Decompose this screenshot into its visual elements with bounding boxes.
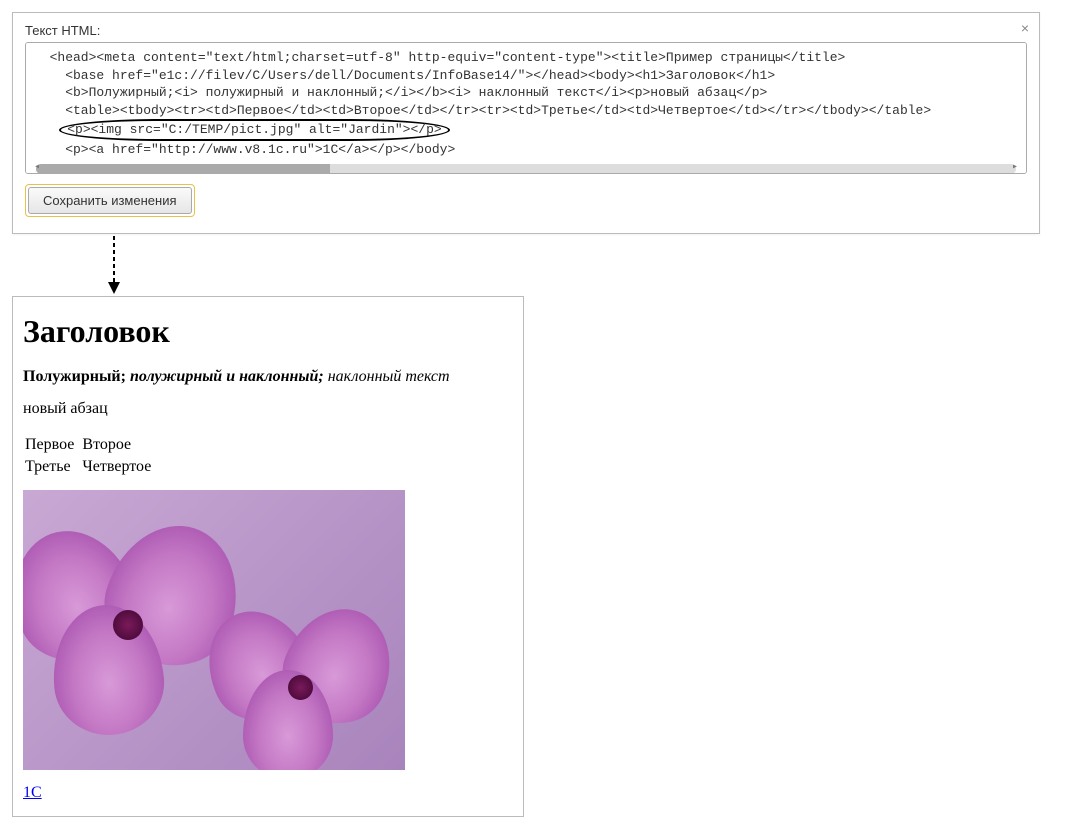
embedded-image [23,490,405,770]
code-line: <table><tbody><tr><td>Первое</td><td>Вто… [34,102,1018,120]
table-cell: Второе [80,434,157,456]
paragraph-text: новый абзац [23,400,513,418]
preview-table: Первое Второе Третье Четвертое [23,434,157,478]
html-code-textarea[interactable]: <head><meta content="text/html;charset=u… [25,42,1027,174]
code-line: <base href="e1c://filev/C/Users/dell/Doc… [34,67,1018,85]
table-row: Первое Второе [23,434,157,456]
save-changes-button[interactable]: Сохранить изменения [28,187,192,214]
bold-italic-text: полужирный и наклонный; [130,368,328,385]
formatted-text-line: Полужирный; полужирный и наклонный; накл… [23,368,513,386]
code-line-highlighted: <p><img src="C:/TEMP/pict.jpg" alt="Jard… [34,119,1018,141]
code-line: <p><a href="http://www.v8.1c.ru">1C</a><… [34,141,1018,159]
editor-label: Текст HTML: [25,23,1027,38]
bold-text: Полужирный; [23,368,130,385]
horizontal-scrollbar[interactable] [36,164,1016,174]
italic-text: наклонный текст [328,368,450,385]
page-heading: Заголовок [23,313,513,350]
flow-arrow-icon [104,236,1054,296]
table-cell: Четвертое [80,456,157,478]
save-button-highlight: Сохранить изменения [25,184,195,217]
code-line: <b>Полужирный;<i> полужирный и наклонный… [34,84,1018,102]
rendered-preview-panel: Заголовок Полужирный; полужирный и накло… [12,296,524,817]
close-icon[interactable]: × [1021,21,1029,35]
table-row: Третье Четвертое [23,456,157,478]
table-cell: Первое [23,434,80,456]
code-line: <head><meta content="text/html;charset=u… [34,49,1018,67]
table-cell: Третье [23,456,80,478]
external-link[interactable]: 1C [23,784,42,801]
html-editor-panel: × Текст HTML: <head><meta content="text/… [12,12,1040,234]
